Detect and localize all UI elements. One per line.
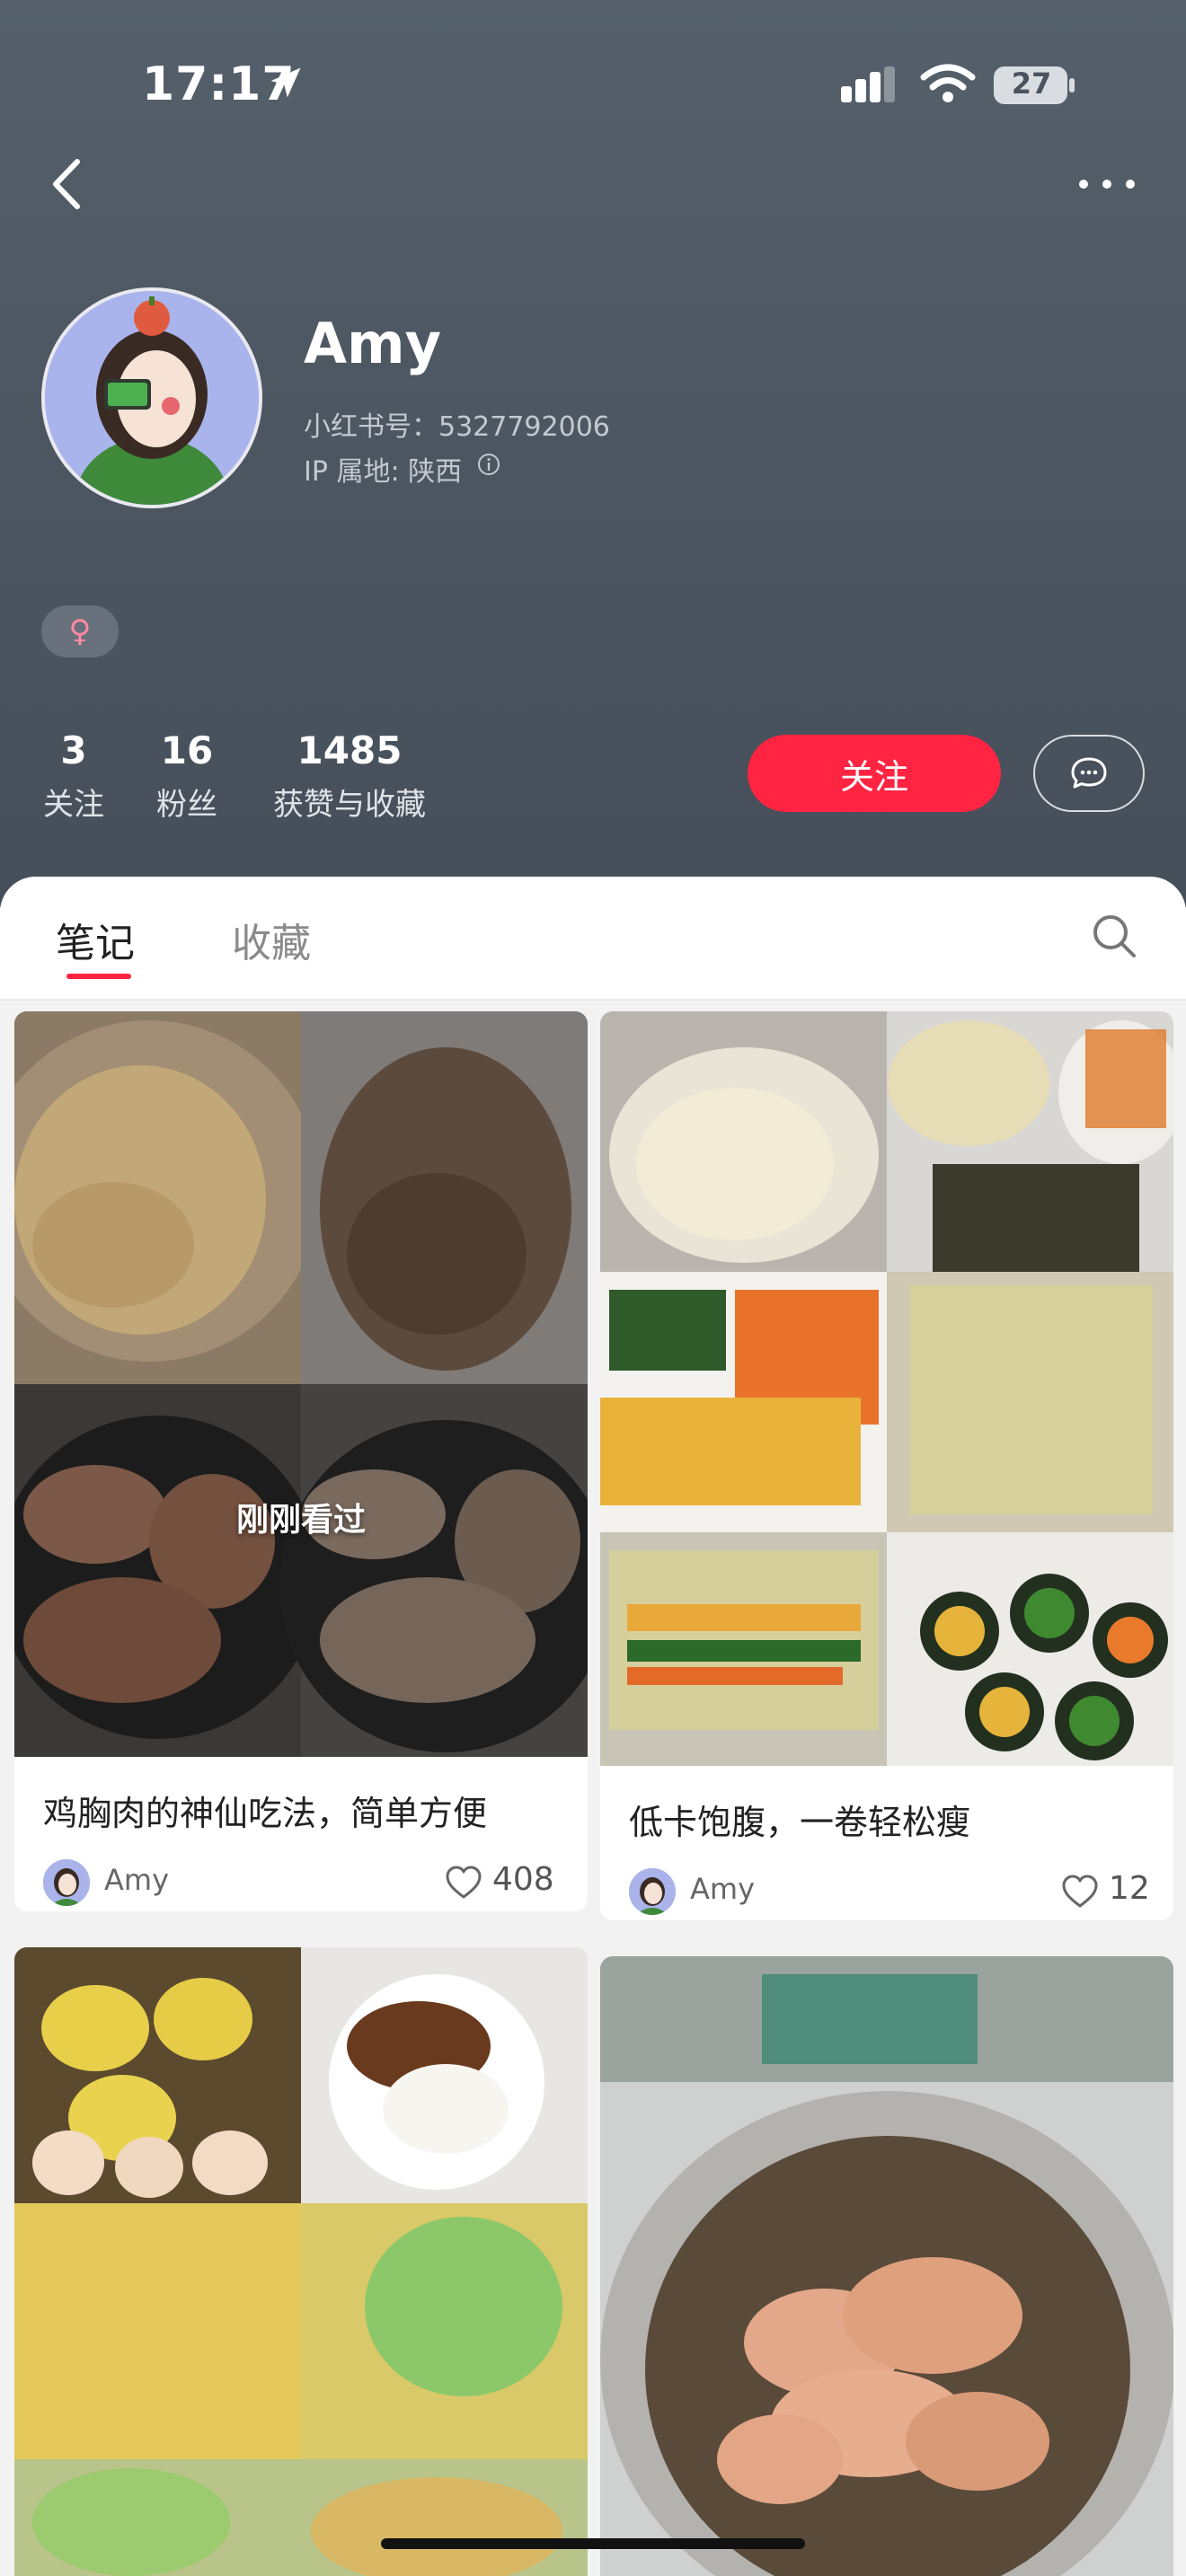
author-avatar: [43, 1859, 90, 1906]
note-title: 鸡胸肉的神仙吃法，简单方便: [43, 1794, 488, 1833]
stat-following[interactable]: 3 关注: [40, 724, 108, 828]
like-count: 12: [1109, 1870, 1150, 1907]
location-arrow-icon: [270, 67, 301, 98]
stat-likes-label: 获赞与收藏: [273, 787, 426, 823]
note-card[interactable]: 低卡饱腹，一卷轻松瘦 Amy 12: [600, 1011, 1173, 1920]
note-title: 低卡饱腹，一卷轻松瘦: [629, 1803, 971, 1842]
stat-likes-value: 1485: [296, 728, 403, 772]
ip-location: IP 属地: 陕西: [304, 456, 463, 488]
red-id: 小红书号：5327792006: [304, 411, 610, 443]
search-icon[interactable]: [1091, 913, 1137, 959]
avatar-illustration: [45, 291, 259, 505]
note-card[interactable]: [600, 1956, 1173, 2576]
gender-tag: ♀: [41, 605, 119, 657]
stat-followers-value: 16: [160, 728, 214, 772]
tab-notes[interactable]: 笔记: [56, 911, 135, 968]
stat-following-value: 3: [60, 728, 87, 772]
author-avatar: [629, 1868, 676, 1915]
note-author: Amy: [104, 1863, 169, 1897]
stat-likes[interactable]: 1485 获赞与收藏: [266, 724, 433, 828]
stat-followers[interactable]: 16 粉丝: [153, 724, 221, 828]
chat-bubble-icon: [1071, 757, 1107, 789]
message-button[interactable]: [1033, 735, 1145, 812]
note-author: Amy: [690, 1872, 755, 1906]
info-icon[interactable]: [476, 452, 501, 477]
back-arrow-icon[interactable]: [45, 153, 90, 216]
note-cover-image: [600, 1956, 1173, 2576]
profile-header: 17:17 27 Amy 小红书号：5327792006 IP 属地: 陕西 ♀…: [0, 0, 1186, 907]
female-icon: ♀: [68, 613, 92, 649]
battery-level: 27: [1011, 66, 1052, 101]
stat-following-label: 关注: [43, 787, 104, 823]
note-cover-image: [14, 1011, 588, 1757]
note-card[interactable]: 刚刚看过 鸡胸肉的神仙吃法，简单方便 Amy 408: [14, 1011, 588, 1911]
profile-name: Amy: [304, 311, 442, 376]
cellular-signal-icon: [841, 66, 895, 102]
recently-viewed-badge: 刚刚看过: [235, 1502, 366, 1539]
more-options-icon[interactable]: [1075, 171, 1139, 198]
like-count: 408: [492, 1861, 554, 1898]
note-card[interactable]: [14, 1947, 588, 2576]
content-panel: 笔记 收藏 刚刚看过 鸡胸肉的神仙吃法，简单方便 Amy 408 低卡饱腹，一卷…: [0, 877, 1186, 2576]
heart-icon[interactable]: [1060, 1874, 1100, 1910]
wifi-icon: [920, 64, 976, 102]
heart-icon[interactable]: [444, 1865, 483, 1901]
note-cover-image: [600, 1011, 1173, 1766]
avatar[interactable]: [41, 287, 262, 508]
active-tab-indicator: [66, 974, 131, 979]
stat-followers-label: 粉丝: [156, 787, 217, 823]
tab-favorites[interactable]: 收藏: [232, 911, 311, 968]
tab-bar: 笔记 收藏: [0, 877, 1186, 1001]
note-cover-image: [14, 1947, 588, 2576]
home-indicator[interactable]: [381, 2538, 805, 2549]
follow-button[interactable]: 关注: [748, 735, 1001, 812]
